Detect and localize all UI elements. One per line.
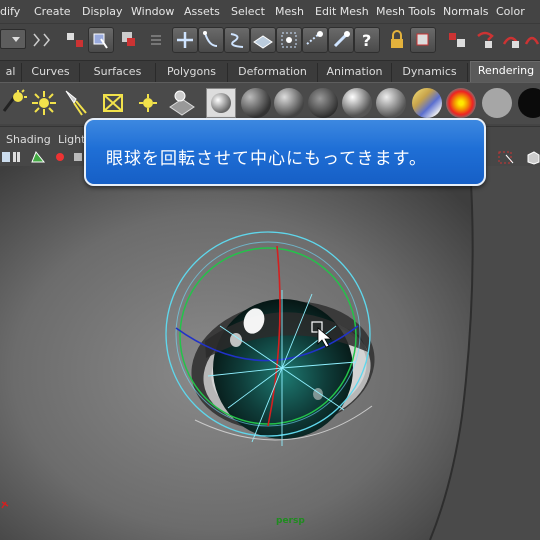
tab-curves[interactable]: Curves xyxy=(22,63,80,82)
snap-view-plane-button[interactable] xyxy=(250,27,276,53)
tab-surfaces[interactable]: Surfaces xyxy=(80,63,156,82)
select-highlight-button[interactable] xyxy=(410,27,436,53)
select-object-icon xyxy=(93,33,108,49)
separator-icon xyxy=(151,35,161,45)
ipr-render-icon[interactable] xyxy=(524,28,540,52)
menu-set-dropdown[interactable] xyxy=(0,29,26,49)
snap-extra-icon xyxy=(333,31,350,48)
menu-modify[interactable]: dify xyxy=(0,5,20,18)
menu-window[interactable]: Window xyxy=(131,5,174,18)
snap-curve-icon xyxy=(203,31,218,47)
snap-plane-icon xyxy=(253,35,273,49)
make-live-icon xyxy=(306,31,323,45)
snap-point-button[interactable] xyxy=(224,27,250,53)
plus-snap-icon xyxy=(177,32,193,48)
select-by-object-button[interactable] xyxy=(88,27,114,53)
point-light-icon[interactable] xyxy=(30,89,58,117)
select-by-hierarchy-icon[interactable] xyxy=(64,28,86,52)
select-by-component-icon[interactable] xyxy=(118,28,140,52)
svg-text:?: ? xyxy=(362,31,371,50)
shelf-tab-bar: al Curves Surfaces Polygons Deformation … xyxy=(0,60,540,83)
camera-icon[interactable] xyxy=(166,87,198,119)
tab-deformation[interactable]: Deformation xyxy=(228,63,318,82)
menu-mesh-tools[interactable]: Mesh Tools xyxy=(376,5,436,18)
render-current-icon[interactable] xyxy=(500,28,522,52)
render-sphere-icon xyxy=(211,93,231,113)
panel-menu-shading[interactable]: Shading xyxy=(6,133,51,146)
menu-display[interactable]: Display xyxy=(82,5,123,18)
construction-history-icon[interactable] xyxy=(474,28,496,52)
viewport-scene xyxy=(0,166,540,540)
snap-point-icon xyxy=(230,33,244,48)
isolate-select-icon[interactable] xyxy=(498,151,516,165)
menu-color[interactable]: Color xyxy=(496,5,525,18)
shader-phonge-icon[interactable] xyxy=(376,88,406,118)
menu-create[interactable]: Create xyxy=(34,5,71,18)
help-button[interactable]: ? xyxy=(354,27,380,53)
instruction-text: 眼球を回転させて中心にもってきます。 xyxy=(106,149,427,169)
tab-general[interactable]: al xyxy=(0,63,22,82)
separator-arrows-icon xyxy=(33,33,50,47)
menu-normals[interactable]: Normals xyxy=(443,5,489,18)
lock-icon[interactable] xyxy=(386,28,408,52)
menu-select[interactable]: Select xyxy=(231,5,265,18)
shader-phong-icon[interactable] xyxy=(342,88,372,118)
tab-rendering[interactable]: Rendering xyxy=(470,61,540,83)
panel-icon-row[interactable] xyxy=(0,149,90,165)
shader-anisotropic-icon[interactable] xyxy=(241,88,271,118)
area-light-icon[interactable] xyxy=(2,89,28,117)
menu-mesh[interactable]: Mesh xyxy=(275,5,304,18)
instruction-balloon: 眼球を回転させて中心にもってきます。 xyxy=(84,118,486,186)
question-mark-icon: ? xyxy=(362,31,371,50)
tab-polygons[interactable]: Polygons xyxy=(156,63,228,82)
status-toolbar: ? xyxy=(0,24,540,58)
menu-edit-mesh[interactable]: Edit Mesh xyxy=(315,5,369,18)
render-view-button[interactable] xyxy=(206,88,236,118)
snap-surface-icon xyxy=(281,32,297,48)
spot-light-icon[interactable] xyxy=(62,87,92,119)
menu-assets[interactable]: Assets xyxy=(184,5,220,18)
perspective-viewport[interactable]: persp xyxy=(0,166,540,540)
ambient-light-icon[interactable] xyxy=(136,91,160,115)
make-live-button[interactable] xyxy=(302,27,328,53)
tab-dynamics[interactable]: Dynamics xyxy=(392,63,468,82)
shader-useBackground-icon[interactable] xyxy=(518,88,540,118)
shader-surface-icon[interactable] xyxy=(482,88,512,118)
ramp-shader-icon[interactable] xyxy=(446,88,476,118)
snap-curve-button[interactable] xyxy=(198,27,224,53)
snap-grid-button[interactable] xyxy=(172,27,198,53)
volume-light-icon[interactable] xyxy=(98,89,128,117)
shader-blinn-icon[interactable] xyxy=(274,88,304,118)
snap-grid-extra-button[interactable] xyxy=(328,27,354,53)
cube-view-icon[interactable] xyxy=(526,151,540,165)
shader-layered-icon[interactable] xyxy=(412,88,442,118)
snap-surface-button[interactable] xyxy=(276,27,302,53)
camera-label: persp xyxy=(276,516,305,526)
shader-lambert-icon[interactable] xyxy=(308,88,338,118)
main-menubar: dify Create Display Window Assets Select… xyxy=(0,0,540,24)
panel-menu-lighting[interactable]: Light xyxy=(58,133,85,146)
history-icon[interactable] xyxy=(446,28,468,52)
tab-animation[interactable]: Animation xyxy=(318,63,392,82)
highlight-selection-icon xyxy=(416,33,429,46)
